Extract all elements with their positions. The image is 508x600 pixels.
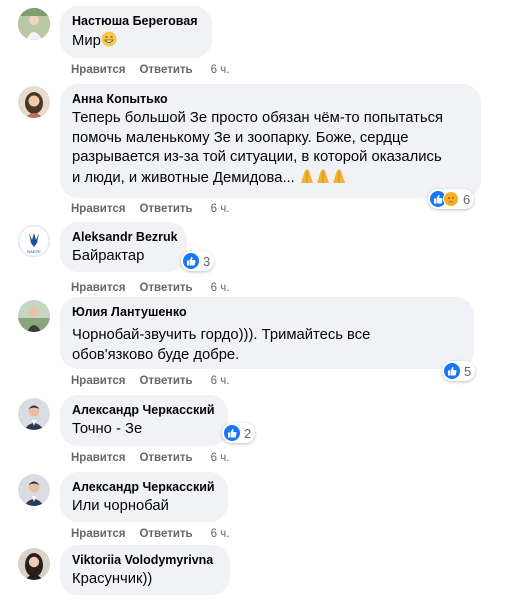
avatar[interactable] (18, 548, 50, 580)
like-icon (224, 425, 240, 441)
like-action[interactable]: Нравится (71, 64, 125, 76)
comment-text-line: и люди, и животные Демидова... (72, 168, 469, 191)
comment-text: Чорнобай-звучить гордо))). Тримайтесь вс… (72, 326, 462, 365)
comment-actions: Нравится Ответить 6 ч. (71, 64, 243, 76)
comment-text-content: и люди, и животные Демидова... (72, 169, 295, 186)
comment-actions: Нравится Ответить 6 ч. (71, 528, 243, 540)
avatar[interactable] (18, 474, 50, 506)
reply-action[interactable]: Ответить (139, 375, 192, 387)
comment-text-content: Мир (72, 33, 101, 49)
timestamp[interactable]: 6 ч. (211, 203, 230, 215)
reactions-summary[interactable]: 2 (222, 423, 256, 443)
svg-text:NAEPE: NAEPE (27, 249, 41, 254)
comment-bubble: Aleksandr Bezruk Байрактар (60, 222, 187, 272)
like-action[interactable]: Нравится (71, 452, 125, 464)
reaction-count: 3 (203, 253, 211, 269)
comment-bubble: Александр Черкасский Точно - Зе (60, 395, 228, 446)
like-action[interactable]: Нравится (71, 375, 125, 387)
comment-bubble: Анна Копытько Теперь большой Зе просто о… (60, 84, 481, 198)
comment-text-line: разрывается из-за той ситуации, в которо… (72, 149, 442, 165)
comment-author[interactable]: Александр Черкасский (72, 402, 216, 418)
comment-author[interactable]: Юлия Лантушенко (72, 304, 462, 320)
avatar[interactable] (18, 8, 50, 40)
reaction-count: 5 (464, 363, 472, 379)
comment-text: Байрактар (72, 248, 145, 264)
reactions-summary[interactable]: 6 (428, 189, 475, 209)
grinning-face-icon (101, 31, 117, 54)
comment-bubble: Александр Черкасский Или чорнобай (60, 472, 228, 522)
comment-text: Теперь большой Зе просто обязан чём-то п… (72, 109, 469, 190)
comment-text: Или чорнобай (72, 498, 169, 514)
comment-actions: Нравится Ответить 6 ч. (71, 282, 243, 294)
reactions-summary[interactable]: 5 (442, 361, 476, 381)
comment-bubble: Юлия Лантушенко Чорнобай-звучить гордо))… (60, 297, 474, 369)
comment-text: Точно - Зе (72, 421, 143, 437)
comment-text-line: Теперь большой Зе просто обязан чём-то п… (72, 110, 444, 126)
reply-action[interactable]: Ответить (139, 282, 192, 294)
timestamp[interactable]: 6 ч. (211, 64, 230, 76)
timestamp[interactable]: 6 ч. (211, 282, 230, 294)
comment-author[interactable]: Настюша Береговая (72, 13, 200, 29)
avatar[interactable] (18, 398, 50, 430)
reply-action[interactable]: Ответить (139, 452, 192, 464)
reaction-count: 6 (463, 191, 471, 207)
like-action[interactable]: Нравится (71, 203, 125, 215)
comment-author[interactable]: Анна Копытько (72, 91, 469, 107)
comment-actions: Нравится Ответить 6 ч. (71, 452, 243, 464)
reaction-count: 2 (244, 425, 252, 441)
timestamp[interactable]: 6 ч. (211, 375, 230, 387)
reply-action[interactable]: Ответить (139, 203, 192, 215)
comment-text: Красунчик)) (72, 571, 153, 587)
comment-bubble: Viktoriia Volodymyrivna Красунчик)) (60, 545, 230, 595)
comment-text-line: Чорнобай-звучить гордо))). Тримайтесь вс… (72, 327, 371, 343)
care-icon (443, 191, 459, 207)
comment-text: Мир (72, 31, 200, 54)
like-icon (183, 253, 199, 269)
timestamp[interactable]: 6 ч. (211, 452, 230, 464)
comment-actions: Нравится Ответить 6 ч. (71, 375, 243, 387)
timestamp[interactable]: 6 ч. (211, 528, 230, 540)
like-icon (444, 363, 460, 379)
avatar[interactable] (18, 86, 50, 118)
comment-author[interactable]: Aleksandr Bezruk (72, 229, 178, 245)
avatar[interactable]: NAEPE (18, 225, 50, 257)
comment-bubble: Настюша Береговая Мир (60, 6, 212, 58)
praying-hands-icon (299, 168, 347, 191)
reactions-summary[interactable]: 3 (181, 251, 215, 271)
comment-text-line: обов'язково буде добре. (72, 346, 240, 363)
comment-text-line: помочь маленькому Зе и зоопарку. Боже, с… (72, 129, 409, 146)
comment-author[interactable]: Viktoriia Volodymyrivna (72, 552, 218, 568)
comment-author[interactable]: Александр Черкасский (72, 479, 216, 495)
like-action[interactable]: Нравится (71, 528, 125, 540)
reply-action[interactable]: Ответить (139, 528, 192, 540)
avatar[interactable] (18, 300, 50, 332)
reply-action[interactable]: Ответить (139, 64, 192, 76)
comment-actions: Нравится Ответить 6 ч. (71, 203, 243, 215)
like-action[interactable]: Нравится (71, 282, 125, 294)
